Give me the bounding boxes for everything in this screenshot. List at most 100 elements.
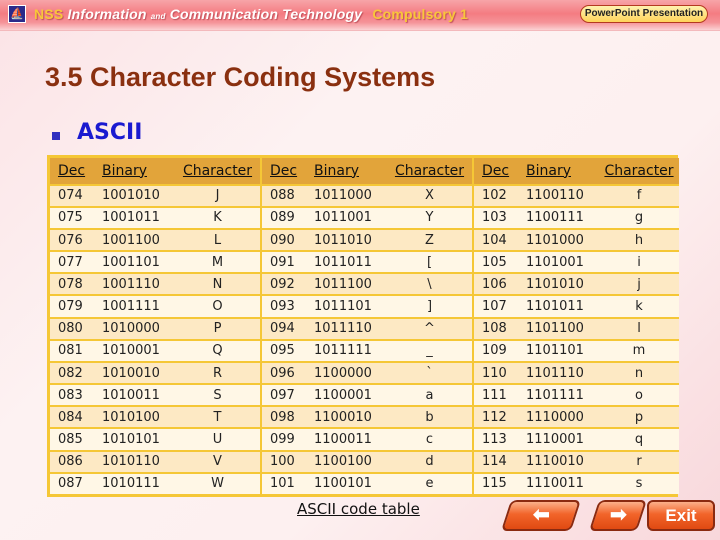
table-row: 095 1011111 _ <box>262 338 472 361</box>
binary-cell: 1010001 <box>102 343 160 359</box>
character-cell: p <box>634 409 644 425</box>
character-cell: \ <box>427 276 432 292</box>
table-row: 114 1110010 r <box>474 449 679 472</box>
character-cell: b <box>425 409 434 425</box>
binary-cell: 1101111 <box>526 387 584 403</box>
header-dec: Dec <box>482 162 510 179</box>
character-cell: X <box>425 188 434 204</box>
table-row: 075 1001011 K <box>50 205 260 228</box>
character-cell: Z <box>425 232 434 248</box>
table-header-row: Dec Binary Character <box>262 158 472 184</box>
table-row: 106 1101010 j <box>474 272 679 295</box>
character-cell: f <box>636 188 642 204</box>
character-cell: U <box>212 432 223 448</box>
binary-cell: 1011110 <box>314 321 372 337</box>
table-row: 090 1011010 Z <box>262 227 472 251</box>
table-group-1: Dec Binary Character 074 1001010 J 075 1001011 K… <box>50 158 260 494</box>
dec-cell: 104 <box>482 232 507 248</box>
table-header-row: Dec Binary Character <box>50 158 260 184</box>
binary-cell: 1100100 <box>314 454 372 470</box>
binary-cell: 1001011 <box>102 210 160 226</box>
dec-cell: 091 <box>270 254 295 270</box>
character-cell: [ <box>426 254 433 270</box>
binary-cell: 1100110 <box>526 188 584 204</box>
course-title: NSS Information and Communication Techno… <box>34 6 468 22</box>
dec-cell: 094 <box>270 321 295 337</box>
table-row: 112 1110000 p <box>474 405 679 428</box>
table-group-2: Dec Binary Character 088 1011000 X 089 1011001 Y… <box>260 158 472 494</box>
binary-cell: 1010101 <box>102 432 160 448</box>
dec-cell: 097 <box>270 387 295 403</box>
previous-button[interactable]: ⬅ <box>500 500 582 531</box>
table-row: 111 1101111 o <box>474 383 679 406</box>
table-row: 077 1001101 M <box>50 250 260 273</box>
table-group-3: Dec Binary Character 102 1100110 f 103 1100111 g… <box>472 158 679 494</box>
table-row: 110 1101110 n <box>474 360 679 384</box>
binary-cell: 1101110 <box>526 365 584 381</box>
dec-cell: 111 <box>482 387 507 403</box>
character-cell: i <box>637 254 641 270</box>
character-cell: e <box>425 476 434 492</box>
binary-cell: 1010111 <box>102 476 160 492</box>
header-dec: Dec <box>270 162 298 179</box>
character-cell: L <box>213 232 222 248</box>
ascii-code-table-link[interactable]: ASCII code table <box>297 500 420 518</box>
binary-cell: 1110010 <box>526 454 584 470</box>
dec-cell: 092 <box>270 276 295 292</box>
next-button[interactable]: ➡ <box>588 500 648 531</box>
binary-cell: 1011101 <box>314 299 372 315</box>
table-row: 079 1001111 O <box>50 294 260 317</box>
binary-cell: 1011100 <box>314 276 372 292</box>
table-row: 109 1101101 m <box>474 338 679 361</box>
binary-cell: 1101000 <box>526 232 584 248</box>
binary-cell: 1010000 <box>102 321 160 337</box>
character-cell: q <box>634 432 644 448</box>
dec-cell: 102 <box>482 188 507 204</box>
header-dec: Dec <box>58 162 86 179</box>
character-cell: j <box>637 276 641 292</box>
table-row: 084 1010100 T <box>50 405 260 428</box>
header-binary: Binary <box>314 162 359 179</box>
exit-button[interactable]: Exit <box>647 500 715 531</box>
ascii-table: Dec Binary Character 074 1001010 J 075 1001011 K… <box>47 155 679 497</box>
table-row: 081 1010001 Q <box>50 338 260 361</box>
character-cell: h <box>634 232 644 248</box>
table-row: 076 1001100 L <box>50 227 260 251</box>
binary-cell: 1011111 <box>314 343 372 359</box>
character-cell: Q <box>212 343 223 359</box>
binary-cell: 1001100 <box>102 232 160 248</box>
character-cell: ^ <box>424 321 435 337</box>
section-heading: ASCII <box>77 120 143 145</box>
dec-cell: 107 <box>482 299 507 315</box>
binary-cell: 1010010 <box>102 365 160 381</box>
character-cell: ` <box>426 365 433 381</box>
dec-cell: 086 <box>58 454 83 470</box>
brand-nss: NSS <box>34 6 64 22</box>
character-cell: g <box>634 210 644 226</box>
dec-cell: 080 <box>58 321 83 337</box>
dec-cell: 093 <box>270 299 295 315</box>
binary-cell: 1100111 <box>526 210 584 226</box>
table-row: 087 1010111 W <box>50 471 260 494</box>
dec-cell: 083 <box>58 387 83 403</box>
binary-cell: 1010100 <box>102 409 160 425</box>
character-cell: n <box>634 365 644 381</box>
character-cell: Y <box>425 210 434 226</box>
character-cell: ] <box>426 299 433 315</box>
table-row: 082 1010010 R <box>50 360 260 384</box>
header-binary: Binary <box>526 162 571 179</box>
dec-cell: 095 <box>270 343 295 359</box>
bullet-icon <box>52 132 60 140</box>
dec-cell: 106 <box>482 276 507 292</box>
table-row: 089 1011001 Y <box>262 205 472 228</box>
table-row: 097 1100001 a <box>262 383 472 406</box>
dec-cell: 109 <box>482 343 507 359</box>
character-cell: S <box>213 387 222 403</box>
character-cell: o <box>635 387 643 403</box>
binary-cell: 1001010 <box>102 188 160 204</box>
table-row: 094 1011110 ^ <box>262 316 472 339</box>
dec-cell: 087 <box>58 476 83 492</box>
character-cell: l <box>637 321 641 337</box>
dec-cell: 099 <box>270 432 295 448</box>
binary-cell: 1001111 <box>102 299 160 315</box>
